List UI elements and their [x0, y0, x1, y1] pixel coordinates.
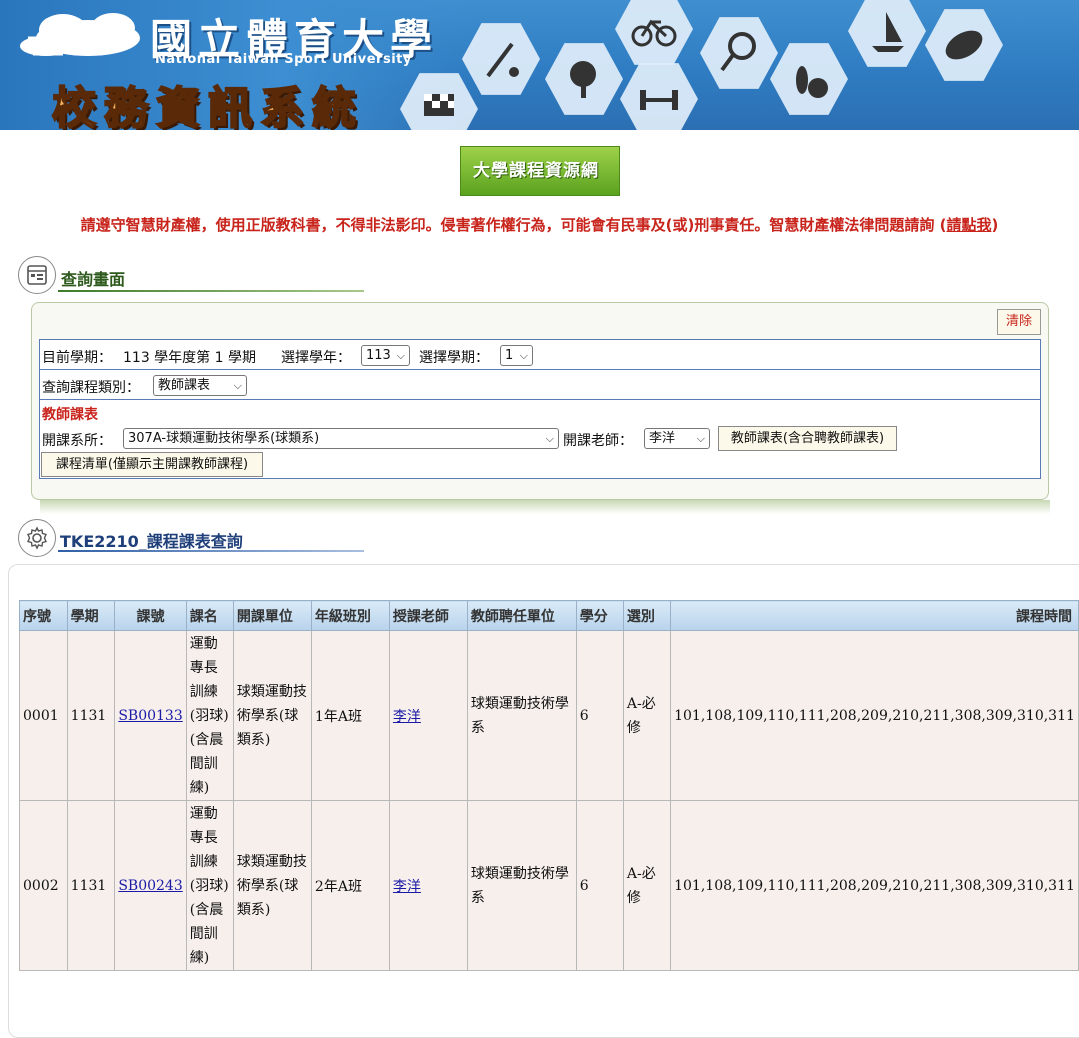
- clear-button[interactable]: 清除: [997, 309, 1041, 335]
- bicycle-icon: [615, 0, 693, 65]
- bowling-icon: [770, 43, 848, 115]
- department-label: 開課系所：: [42, 433, 112, 449]
- column-header: 學期: [66, 600, 116, 631]
- sailboat-icon: [848, 0, 926, 67]
- row-time: 101,108,109,110,111,208,209,210,211,308,…: [670, 630, 1079, 801]
- copyright-notice: 請遵守智慧財產權，使用正版教科書，不得非法影印。侵害著作權行為，可能會有民事及(…: [80, 216, 999, 234]
- table-tennis-icon: [545, 43, 623, 115]
- row-teacher-dept: 球類運動技術學系: [466, 800, 577, 971]
- row-teacher: 李洋: [388, 630, 468, 801]
- system-title: 校務資訊系統: [51, 82, 364, 130]
- course-type-label: 查詢課程類別：: [42, 380, 140, 396]
- teacher-label: 開課老師：: [563, 433, 633, 449]
- row-divider: [39, 399, 1041, 400]
- cloud-logo-icon: [20, 13, 140, 56]
- row-course-name: 運動專長訓練(羽球)(含晨間訓練): [185, 630, 234, 801]
- row-course-name: 運動專長訓練(羽球)(含晨間訓練): [185, 800, 234, 971]
- row-divider: [39, 369, 1041, 370]
- calculator-icon: [18, 256, 56, 294]
- row-type: A-必修: [622, 800, 672, 971]
- university-english-name: National Taiwan Sport University: [155, 52, 412, 67]
- notice-link[interactable]: 請點我: [946, 216, 991, 234]
- current-term-label: 目前學期：: [42, 350, 112, 366]
- column-header: 課程時間: [670, 600, 1079, 631]
- column-header: 課號: [114, 600, 187, 631]
- teacher-schedule-heading: 教師課表: [42, 407, 98, 423]
- row-credit: 6: [575, 800, 624, 971]
- column-header: 課名: [185, 600, 234, 631]
- table-row: 0001 1131 SB00133 運動專長訓練(羽球)(含晨間訓練) 球類運動…: [19, 630, 1079, 801]
- department-select[interactable]: 307A-球類運動技術學系(球類系) ⌵: [123, 428, 559, 449]
- course-table: 序號 學期 課號 課名 開課單位 年級班別 授課老師 教師聘任單位 學分 選別 …: [19, 600, 1079, 971]
- teacher-schedule-button[interactable]: 教師課表(含合聘教師課表): [718, 426, 897, 451]
- row-offering-unit: 球類運動技術學系(球類系): [232, 630, 312, 801]
- teacher-link[interactable]: 李洋: [393, 879, 421, 895]
- course-type-select[interactable]: 教師課表 ⌵: [153, 375, 247, 396]
- column-header: 教師聘任單位: [466, 600, 577, 631]
- rugby-ball-icon: [925, 9, 1003, 81]
- row-offering-unit: 球類運動技術學系(球類系): [232, 800, 312, 971]
- course-code-link[interactable]: SB00133: [118, 708, 182, 724]
- gear-icon: [18, 519, 56, 557]
- column-header: 序號: [19, 600, 68, 631]
- query-section-title: 查詢畫面: [61, 270, 126, 289]
- row-teacher-dept: 球類運動技術學系: [466, 630, 577, 801]
- chevron-down-icon: ⌵: [545, 432, 554, 445]
- semester-label: 選擇學期：: [419, 350, 489, 366]
- course-list-button[interactable]: 課程清單(僅顯示主開課教師課程): [41, 452, 263, 477]
- row-term: 1131: [66, 630, 116, 801]
- row-course-code: SB00133: [114, 630, 187, 801]
- chevron-down-icon: ⌵: [396, 349, 405, 362]
- current-term-value: 113 學年度第 1 學期: [123, 350, 256, 366]
- semester-select[interactable]: 1 ⌵: [500, 345, 533, 366]
- chevron-down-icon: ⌵: [519, 349, 528, 362]
- row-course-code: SB00243: [114, 800, 187, 971]
- tennis-icon: [700, 17, 778, 89]
- header-banner: 國立體育大學 National Taiwan Sport University …: [0, 0, 1079, 130]
- row-number: 0002: [19, 800, 68, 971]
- row-time: 101,108,109,110,111,208,209,210,211,308,…: [670, 800, 1079, 971]
- row-term: 1131: [66, 800, 116, 971]
- teacher-select[interactable]: 李洋 ⌵: [644, 428, 710, 449]
- column-header: 學分: [575, 600, 624, 631]
- chevron-down-icon: ⌵: [233, 379, 242, 392]
- row-class: 2年A班: [310, 800, 390, 971]
- row-number: 0001: [19, 630, 68, 801]
- year-label: 選擇學年：: [281, 350, 351, 366]
- chevron-down-icon: ⌵: [696, 432, 705, 445]
- teacher-link[interactable]: 李洋: [393, 709, 421, 725]
- panel-shadow: [40, 500, 1050, 514]
- result-title-underline: [58, 550, 364, 552]
- row-type: A-必修: [622, 630, 672, 801]
- table-header-row: 序號 學期 課號 課名 開課單位 年級班別 授課老師 教師聘任單位 學分 選別 …: [19, 600, 1079, 631]
- course-resource-label: 大學課程資源網: [473, 161, 599, 181]
- table-row: 0002 1131 SB00243 運動專長訓練(羽球)(含晨間訓練) 球類運動…: [19, 800, 1079, 971]
- column-header: 選別: [622, 600, 672, 631]
- golf-icon: [462, 23, 540, 95]
- result-section-title: TKE2210_課程課表查詢: [60, 532, 243, 551]
- weightlifting-icon: [620, 63, 698, 130]
- course-code-link[interactable]: SB00243: [118, 878, 182, 894]
- course-resource-button[interactable]: 大學課程資源網: [460, 146, 620, 196]
- query-title-underline: [58, 290, 364, 292]
- row-credit: 6: [575, 630, 624, 801]
- column-header: 年級班別: [310, 600, 390, 631]
- column-header: 開課單位: [232, 600, 312, 631]
- year-select[interactable]: 113 ⌵: [361, 345, 410, 366]
- row-teacher: 李洋: [388, 800, 468, 971]
- column-header: 授課老師: [388, 600, 468, 631]
- row-class: 1年A班: [310, 630, 390, 801]
